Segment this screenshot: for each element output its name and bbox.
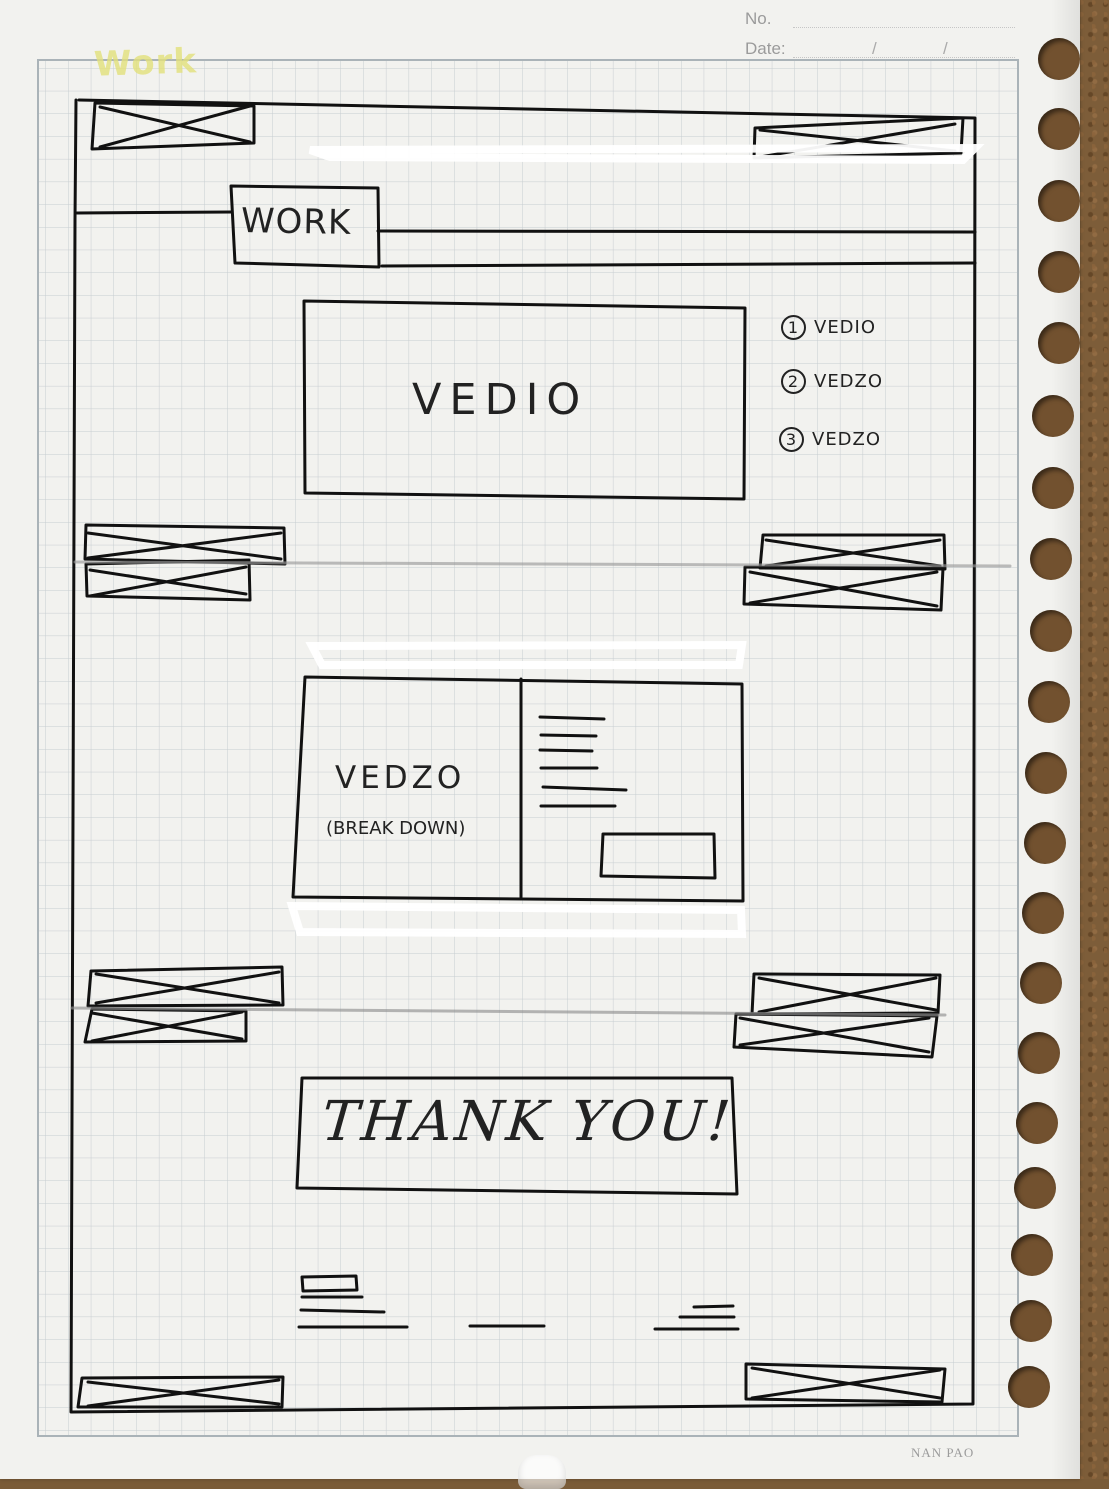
white-marker-bottom: [286, 901, 747, 939]
video-menu-item-3[interactable]: 3 VEDZO: [779, 427, 881, 452]
punch-hole: [1038, 322, 1080, 364]
work-tab-label: WORK: [240, 201, 352, 243]
punch-hole: [1020, 962, 1062, 1004]
punch-hole: [1011, 1234, 1053, 1276]
punch-hole: [1030, 610, 1072, 652]
punch-hole: [1008, 1366, 1050, 1408]
breakdown-button-box: [599, 832, 717, 880]
breakdown-text-lines: [538, 715, 628, 808]
circle-number-icon: 3: [779, 427, 804, 452]
main-video-label: VEDIO: [412, 375, 589, 425]
circle-number-icon: 2: [781, 369, 806, 394]
breakdown-video-subtitle: (BREAK DOWN): [326, 818, 466, 839]
punch-hole: [1038, 108, 1080, 150]
punch-hole: [1022, 892, 1064, 934]
middle-pencil-guide: [73, 560, 1012, 568]
punch-hole: [1028, 681, 1070, 723]
punch-hole: [1038, 38, 1080, 80]
punch-hole: [1024, 822, 1066, 864]
header-bottom-line: [380, 261, 977, 268]
punch-hole: [1032, 467, 1074, 509]
punch-hole: [1010, 1300, 1052, 1342]
left-lower-image-placeholders: [83, 965, 285, 1044]
punch-hole: [1014, 1167, 1056, 1209]
punch-hole: [1038, 251, 1080, 293]
bottom-right-image-placeholder: [744, 1362, 947, 1404]
video-menu-label: VEDIO: [814, 317, 877, 338]
right-middle-image-placeholders: [742, 533, 947, 612]
video-menu-label: VEDZO: [812, 429, 882, 450]
punch-hole: [1030, 538, 1072, 580]
page-frame: [69, 98, 977, 1414]
video-menu-item-1[interactable]: 1 VEDIO: [781, 315, 876, 340]
thank-you-label: THANK YOU!: [319, 1089, 736, 1153]
punch-hole: [1025, 752, 1067, 794]
punch-hole: [1038, 180, 1080, 222]
video-menu-item-2[interactable]: 2 VEDZO: [781, 369, 883, 394]
grid-paper: No. Date: / / Work NAN PAO WORK VEDIO 1 …: [0, 0, 1081, 1479]
punch-hole: [1016, 1102, 1058, 1144]
white-marker-mid: [305, 640, 747, 669]
circle-number-icon: 1: [781, 315, 806, 340]
top-left-image-placeholder: [90, 101, 256, 151]
punch-hole: [1018, 1032, 1060, 1074]
punch-hole: [1032, 395, 1074, 437]
hand-drawn-wireframe: [69, 98, 1012, 1414]
push-pin: [518, 1455, 566, 1489]
footer-sketch-lines: [297, 1274, 740, 1331]
video-menu-label: VEDZO: [814, 371, 884, 392]
breakdown-video-title: VEDZO: [335, 760, 466, 796]
header-line: [75, 210, 977, 234]
bottom-left-image-placeholder: [76, 1375, 285, 1409]
